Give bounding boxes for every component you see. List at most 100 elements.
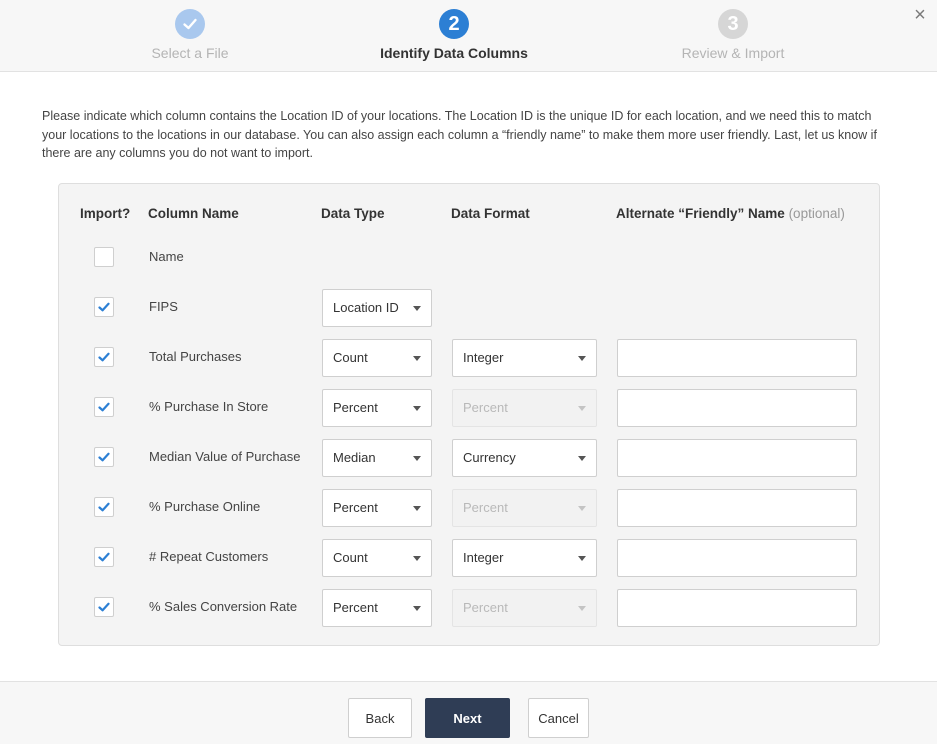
step-3-number: 3 [718, 9, 748, 39]
header-friendly-label: Alternate “Friendly” Name [616, 206, 785, 221]
table-row: % Sales Conversion Rate Percent Percent [59, 589, 879, 629]
column-name: Name [149, 249, 184, 264]
caret-down-icon [413, 456, 421, 461]
data-format-value: Integer [463, 350, 504, 365]
column-name: # Repeat Customers [149, 549, 269, 564]
data-type-value: Percent [333, 600, 378, 615]
cancel-button[interactable]: Cancel [528, 698, 589, 738]
checkmark-icon [98, 352, 110, 362]
table-row: FIPS Location ID [59, 289, 879, 329]
data-format-select[interactable]: Integer [452, 539, 597, 577]
import-checkbox[interactable] [94, 347, 114, 367]
column-name: Total Purchases [149, 349, 242, 364]
header-import: Import? [80, 206, 131, 221]
friendly-name-input[interactable] [617, 389, 857, 427]
caret-down-icon [413, 556, 421, 561]
caret-down-icon [413, 606, 421, 611]
import-checkbox[interactable] [94, 397, 114, 417]
caret-down-icon [578, 406, 586, 411]
step-2-label: Identify Data Columns [380, 45, 528, 61]
import-checkbox[interactable] [94, 447, 114, 467]
data-type-select[interactable]: Count [322, 539, 432, 577]
checkmark-icon [98, 552, 110, 562]
step-select-file: Select a File [70, 9, 310, 61]
table-row: Median Value of Purchase Median Currency [59, 439, 879, 479]
caret-down-icon [578, 506, 586, 511]
caret-down-icon [413, 406, 421, 411]
data-format-select[interactable]: Integer [452, 339, 597, 377]
data-format-value: Currency [463, 450, 516, 465]
intro-text: Please indicate which column contains th… [42, 109, 877, 160]
table-row: % Purchase In Store Percent Percent [59, 389, 879, 429]
header-data-type: Data Type [321, 206, 385, 221]
step-identify-columns: 2 Identify Data Columns [334, 9, 574, 61]
data-format-value: Percent [463, 600, 508, 615]
table-row: Total Purchases Count Integer [59, 339, 879, 379]
data-type-select[interactable]: Percent [322, 389, 432, 427]
data-type-value: Location ID [333, 300, 399, 315]
data-format-select: Percent [452, 389, 597, 427]
data-format-select[interactable]: Currency [452, 439, 597, 477]
data-type-select[interactable]: Location ID [322, 289, 432, 327]
columns-panel: Import? Column Name Data Type Data Forma… [58, 183, 880, 646]
step-3-label: Review & Import [681, 45, 785, 61]
caret-down-icon [578, 606, 586, 611]
checkmark-icon [98, 452, 110, 462]
import-checkbox[interactable] [94, 547, 114, 567]
data-format-value: Integer [463, 550, 504, 565]
friendly-name-input[interactable] [617, 339, 857, 377]
column-name: % Purchase In Store [149, 399, 269, 414]
header-column-name: Column Name [148, 206, 239, 221]
table-row: # Repeat Customers Count Integer [59, 539, 879, 579]
step-review-import: 3 Review & Import [613, 9, 853, 61]
column-name: % Purchase Online [149, 499, 261, 514]
step-2-number: 2 [439, 9, 469, 39]
data-type-value: Percent [333, 500, 378, 515]
data-format-select: Percent [452, 589, 597, 627]
data-format-value: Percent [463, 400, 508, 415]
wizard-header: Select a File 2 Identify Data Columns 3 … [0, 0, 937, 72]
checkmark-icon [183, 18, 197, 30]
wizard-footer: Back Next Cancel [0, 681, 937, 744]
data-type-select[interactable]: Count [322, 339, 432, 377]
table-row: Name [59, 239, 879, 279]
data-format-select: Percent [452, 489, 597, 527]
data-type-value: Percent [333, 400, 378, 415]
back-button[interactable]: Back [348, 698, 412, 738]
data-format-value: Percent [463, 500, 508, 515]
import-checkbox[interactable] [94, 247, 114, 267]
step-1-check-circle [175, 9, 205, 39]
caret-down-icon [413, 506, 421, 511]
column-name: FIPS [149, 299, 178, 314]
checkmark-icon [98, 602, 110, 612]
header-friendly-name: Alternate “Friendly” Name (optional) [616, 206, 845, 221]
step-1-label: Select a File [151, 45, 229, 61]
import-checkbox[interactable] [94, 597, 114, 617]
table-row: % Purchase Online Percent Percent [59, 489, 879, 529]
data-type-value: Median [333, 450, 376, 465]
friendly-name-input[interactable] [617, 539, 857, 577]
friendly-name-input[interactable] [617, 589, 857, 627]
header-data-format: Data Format [451, 206, 530, 221]
caret-down-icon [578, 456, 586, 461]
close-icon[interactable]: × [909, 4, 931, 26]
caret-down-icon [413, 356, 421, 361]
data-type-select[interactable]: Percent [322, 589, 432, 627]
caret-down-icon [578, 356, 586, 361]
checkmark-icon [98, 402, 110, 412]
friendly-name-input[interactable] [617, 439, 857, 477]
checkmark-icon [98, 502, 110, 512]
header-friendly-optional: (optional) [788, 206, 845, 221]
column-name: % Sales Conversion Rate [149, 599, 298, 614]
data-type-select[interactable]: Median [322, 439, 432, 477]
column-name: Median Value of Purchase [149, 449, 301, 464]
import-checkbox[interactable] [94, 297, 114, 317]
friendly-name-input[interactable] [617, 489, 857, 527]
data-type-value: Count [333, 350, 368, 365]
data-type-select[interactable]: Percent [322, 489, 432, 527]
caret-down-icon [578, 556, 586, 561]
import-checkbox[interactable] [94, 497, 114, 517]
checkmark-icon [98, 302, 110, 312]
caret-down-icon [413, 306, 421, 311]
next-button[interactable]: Next [425, 698, 510, 738]
